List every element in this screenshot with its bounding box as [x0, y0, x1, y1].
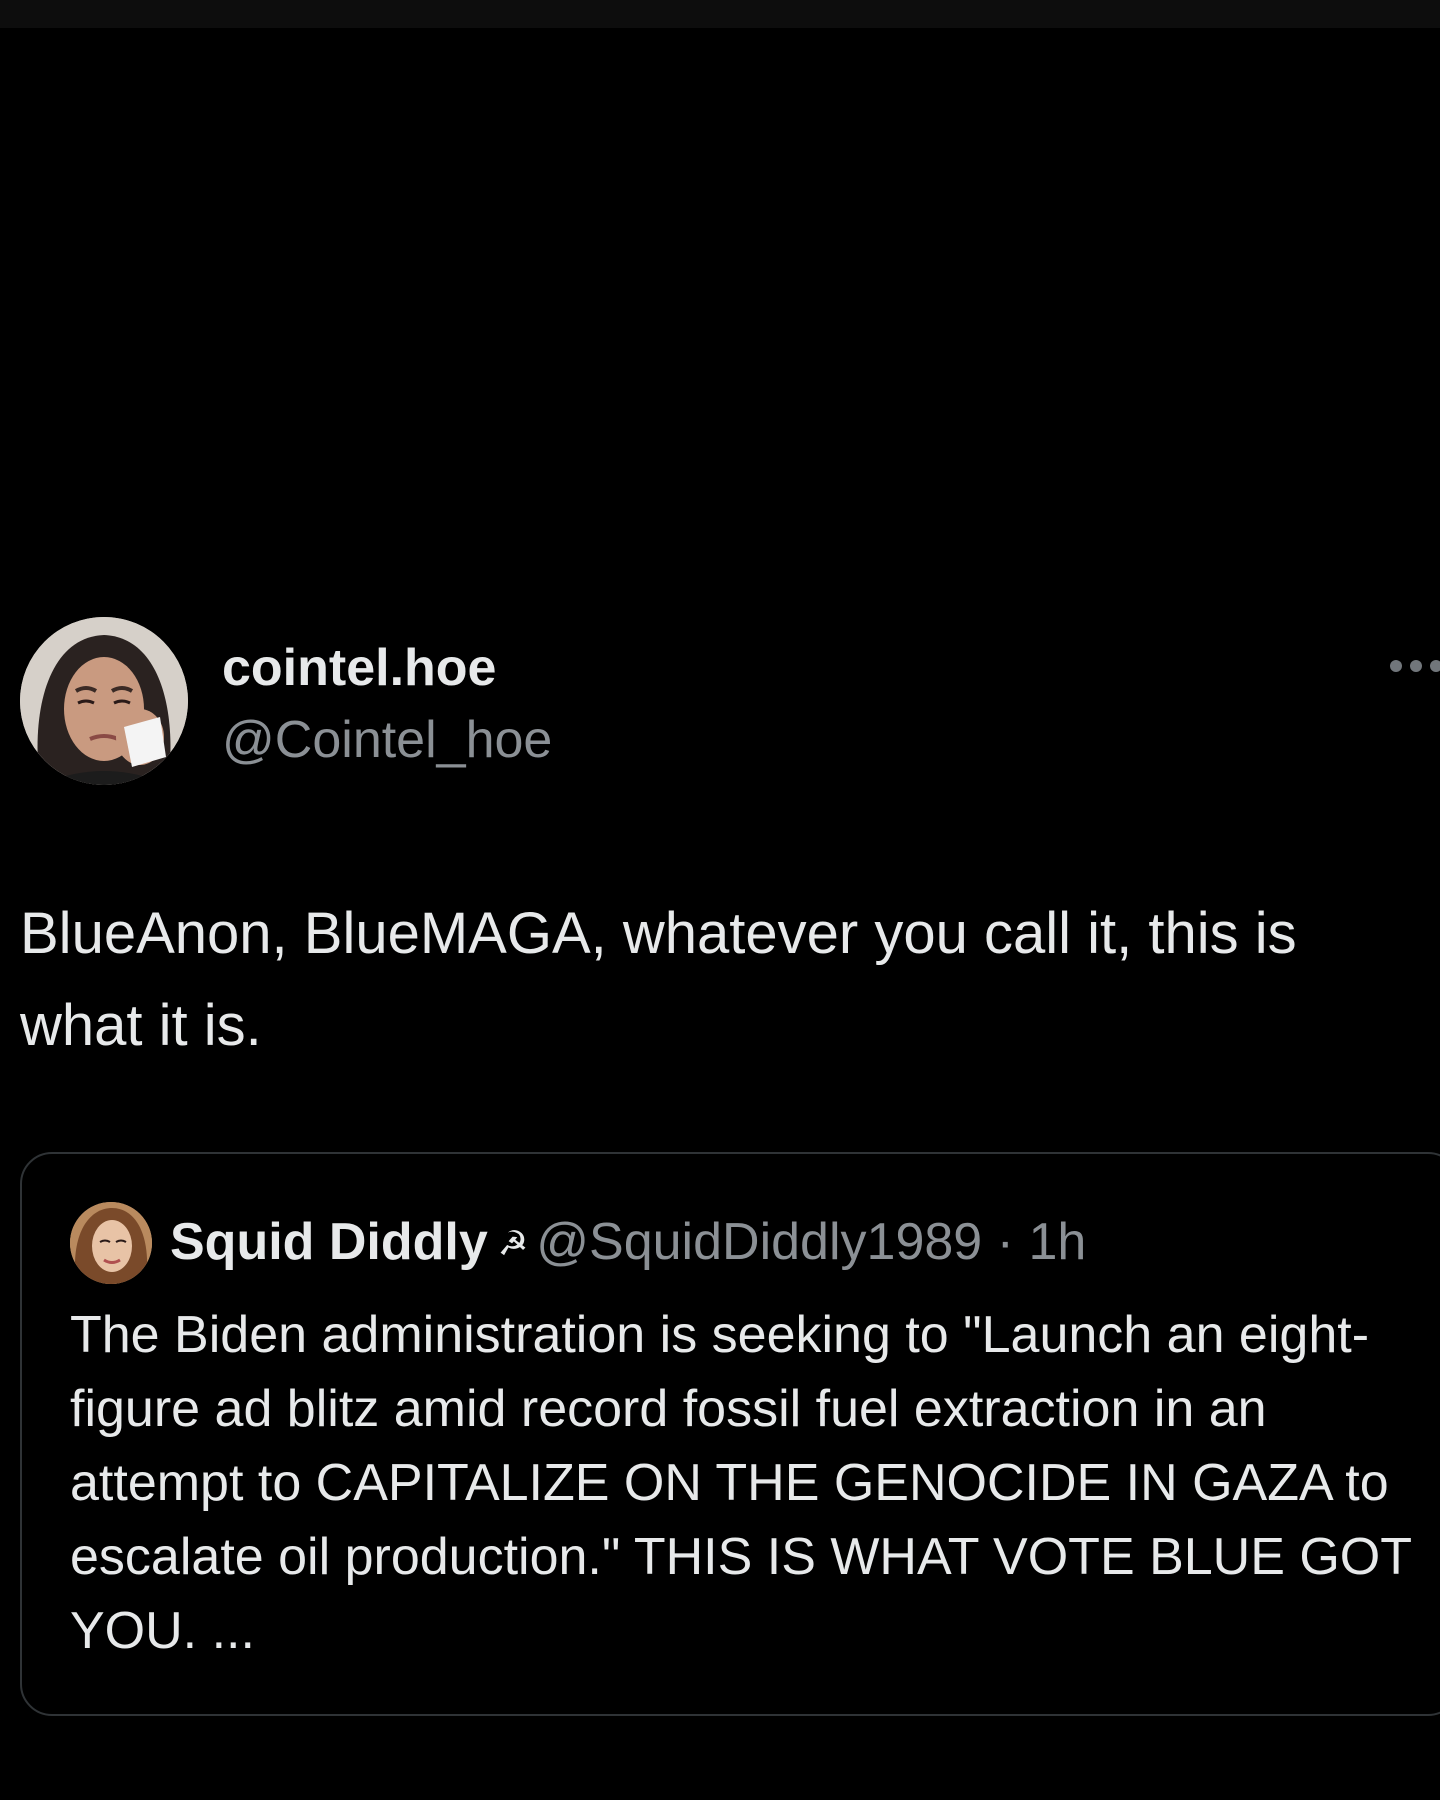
more-options-icon[interactable]: [1390, 656, 1440, 676]
author-avatar[interactable]: [20, 617, 188, 785]
quoted-tweet-card[interactable]: Squid Diddly ☭ @SquidDiddly1989 · 1h The B…: [20, 1152, 1440, 1716]
quoted-author-handle[interactable]: @SquidDiddly1989: [536, 1213, 982, 1271]
author-avatar-image: [20, 617, 188, 785]
tweet-text: BlueAnon, BlueMAGA, whatever you call it…: [20, 901, 1297, 1058]
tweet: cointel.hoe @Cointel_hoe BlueAnon, BlueM…: [0, 0, 1440, 1800]
quoted-author-name[interactable]: Squid Diddly: [170, 1213, 488, 1271]
hammer-sickle-icon: ☭: [497, 1225, 529, 1263]
separator-dot: ·: [996, 1213, 1014, 1271]
quoted-tweet-time[interactable]: 1h: [1028, 1213, 1086, 1271]
author-name[interactable]: cointel.hoe: [222, 638, 496, 698]
author-handle[interactable]: @Cointel_hoe: [222, 710, 552, 770]
quoted-author-avatar-image: [70, 1202, 152, 1284]
quoted-tweet-header: Squid Diddly ☭ @SquidDiddly1989 · 1h: [170, 1210, 1086, 1276]
quoted-author-avatar[interactable]: [70, 1202, 152, 1284]
quoted-tweet-text: The Biden administration is seeking to "…: [70, 1306, 1412, 1660]
